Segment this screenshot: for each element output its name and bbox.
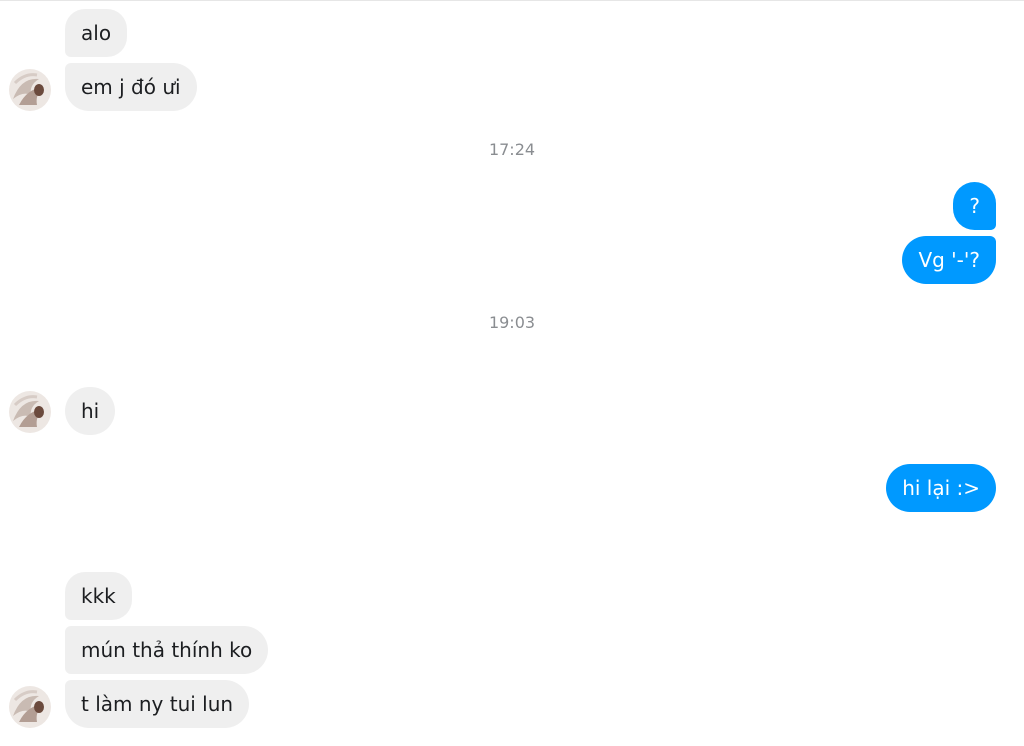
message-thread: alo em j đó ưi 17:24 ? Vg '-'? 19:03 hi …	[0, 0, 1024, 746]
contact-avatar-icon[interactable]	[9, 686, 51, 728]
incoming-message[interactable]: alo	[65, 9, 128, 57]
outgoing-message[interactable]: hi lại :>	[886, 464, 996, 512]
incoming-message[interactable]: t làm ny tui lun	[65, 680, 250, 728]
timestamp: 19:03	[488, 313, 536, 332]
timestamp: 17:24	[488, 140, 536, 159]
incoming-message[interactable]: hi	[65, 387, 116, 435]
contact-avatar-icon[interactable]	[9, 391, 51, 433]
incoming-message[interactable]: em j đó ưi	[65, 63, 197, 111]
incoming-message[interactable]: kkk	[65, 572, 132, 620]
outgoing-message[interactable]: ?	[953, 182, 996, 230]
incoming-message[interactable]: mún thả thính ko	[65, 626, 269, 674]
contact-avatar-icon[interactable]	[9, 69, 51, 111]
outgoing-message[interactable]: Vg '-'?	[902, 236, 996, 284]
